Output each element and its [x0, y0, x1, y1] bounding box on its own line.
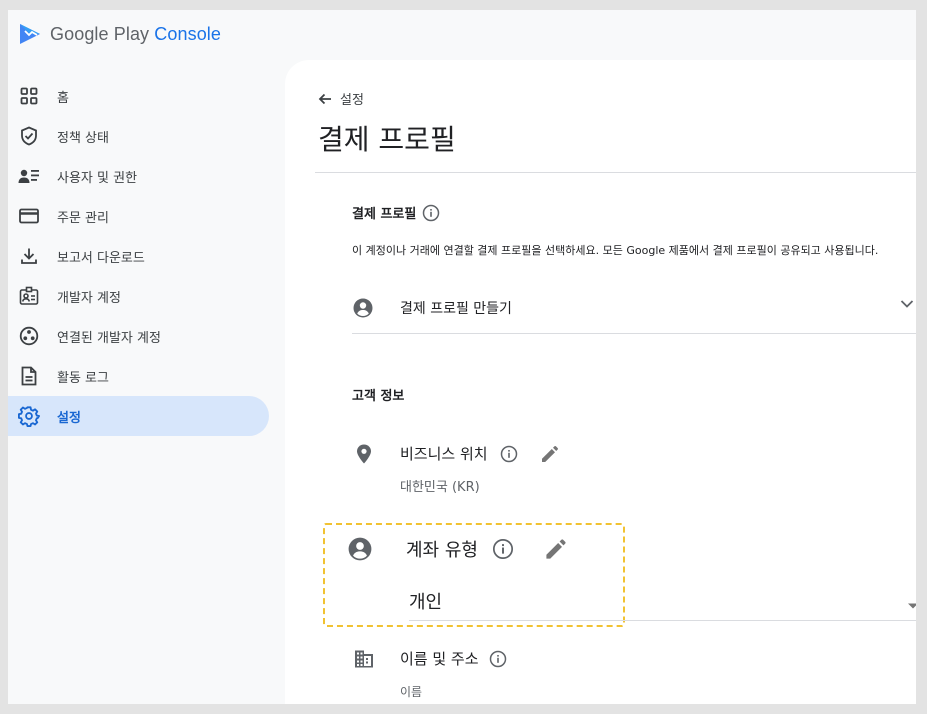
sidebar-item-linked-developer-accounts[interactable]: 연결된 개발자 계정 [8, 316, 269, 356]
dashboard-icon [18, 85, 40, 107]
sidebar-item-activity-log[interactable]: 활동 로그 [8, 356, 269, 396]
sidebar-item-label: 주문 관리 [57, 210, 109, 226]
payment-profile-description: 이 계정이나 거래에 연결할 결제 프로필을 선택하세요. 모든 Google … [352, 244, 879, 257]
customer-info-section-title: 고객 정보 [352, 385, 404, 404]
edit-account-type-button[interactable] [544, 537, 568, 561]
account-type-select[interactable]: 개인 [409, 588, 442, 614]
app-logo-text[interactable]: Google Play Console [50, 24, 221, 45]
sidebar-item-home[interactable]: 홈 [8, 76, 269, 116]
name-address-value: 이름 [400, 685, 423, 699]
edit-business-location-button[interactable] [540, 444, 560, 464]
shield-check-icon [18, 125, 40, 147]
sidebar-item-developer-account[interactable]: 개발자 계정 [8, 276, 269, 316]
badge-icon [18, 285, 40, 307]
info-icon[interactable] [489, 650, 507, 668]
sidebar-item-label: 정책 상태 [57, 130, 109, 146]
customer-info-heading: 고객 정보 [352, 389, 405, 404]
top-bar: Google Play Console [8, 10, 916, 58]
sidebar-item-users-permissions[interactable]: 사용자 및 권한 [8, 156, 269, 196]
dropdown-arrow-icon[interactable] [907, 602, 916, 610]
sidebar-item-label: 홈 [57, 90, 69, 106]
app-window: Google Play Console 홈 정책 상태 사용자 및 권한 주문 … [8, 10, 916, 704]
pencil-icon [541, 445, 558, 462]
sidebar-item-label: 연결된 개발자 계정 [57, 330, 161, 346]
account-circle-icon [353, 298, 373, 317]
main-content: 설정 결제 프로필 결제 프로필 이 계정이나 거래에 연결할 결제 프로필을 … [285, 60, 916, 704]
business-location-value: 대한민국 (KR) [400, 480, 480, 495]
payment-profile-section-title: 결제 프로필 [352, 203, 440, 222]
logo-console: Console [154, 23, 222, 44]
name-address-field: 이름 및 주소 이름 [352, 648, 507, 700]
location-pin-icon [352, 444, 376, 464]
page-title: 결제 프로필 [318, 123, 456, 156]
account-type-underline [409, 620, 916, 621]
sidebar-item-download-reports[interactable]: 보고서 다운로드 [8, 236, 269, 276]
sidebar-item-policy-status[interactable]: 정책 상태 [8, 116, 269, 156]
sidebar-item-label: 사용자 및 권한 [57, 170, 138, 186]
info-icon[interactable] [492, 538, 514, 560]
chevron-down-icon [900, 300, 914, 308]
sidebar: 홈 정책 상태 사용자 및 권한 주문 관리 보고서 다운로드 개발자 계정 연… [8, 76, 278, 436]
account-circle-icon [348, 536, 372, 562]
download-icon [18, 245, 40, 267]
create-payment-profile-select[interactable]: 결제 프로필 만들기 [352, 282, 916, 334]
info-icon[interactable] [422, 204, 440, 222]
header-divider [315, 172, 916, 173]
document-icon [18, 365, 40, 387]
sidebar-item-order-management[interactable]: 주문 관리 [8, 196, 269, 236]
payment-profile-heading: 결제 프로필 [352, 207, 417, 222]
back-link-label: 설정 [340, 93, 364, 108]
sidebar-item-label: 설정 [57, 410, 81, 426]
create-payment-profile-label: 결제 프로필 만들기 [400, 300, 512, 317]
users-list-icon [18, 165, 40, 187]
sidebar-item-label: 보고서 다운로드 [57, 250, 145, 266]
play-console-logo-icon[interactable] [18, 22, 42, 46]
back-link[interactable]: 설정 [318, 89, 364, 108]
logo-google-play: Google Play [50, 23, 150, 44]
credit-card-icon [18, 205, 40, 227]
business-location-label: 비즈니스 위치 [400, 445, 488, 463]
pencil-icon [546, 539, 566, 559]
account-type-field: 계좌 유형 [348, 536, 568, 562]
name-address-label: 이름 및 주소 [400, 650, 479, 668]
business-location-field: 비즈니스 위치 대한민국 (KR) [352, 443, 560, 495]
info-icon[interactable] [500, 445, 518, 463]
building-icon [352, 650, 376, 668]
sidebar-item-label: 활동 로그 [57, 370, 109, 386]
sidebar-item-settings[interactable]: 설정 [8, 396, 269, 436]
sidebar-item-label: 개발자 계정 [57, 290, 121, 306]
account-type-label: 계좌 유형 [406, 540, 478, 561]
linked-accounts-icon [18, 325, 40, 347]
arrow-back-icon [318, 93, 331, 104]
gear-icon [18, 405, 40, 427]
